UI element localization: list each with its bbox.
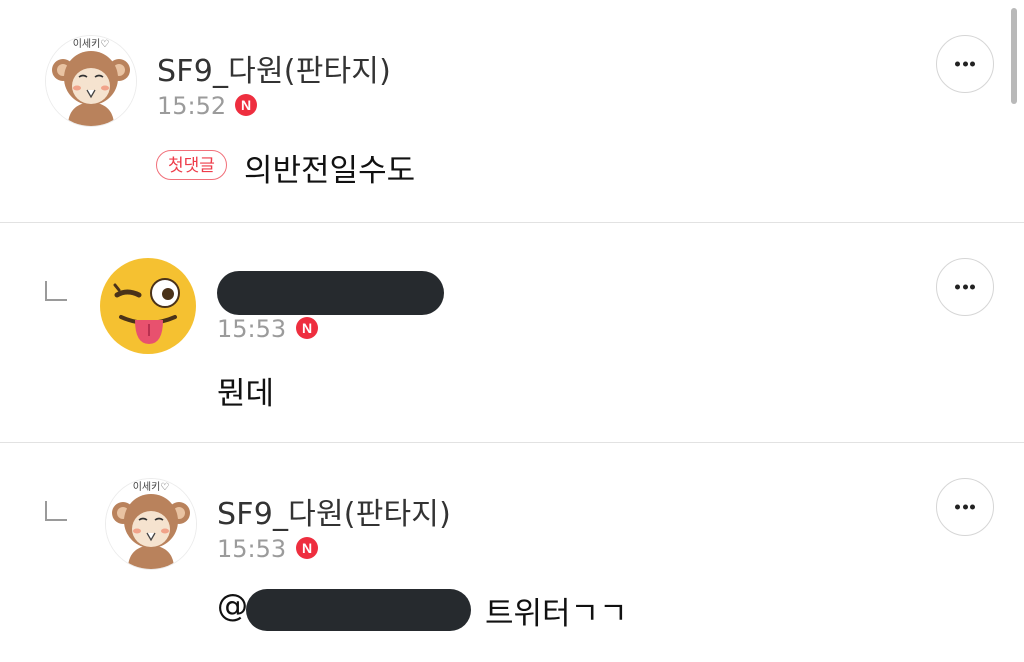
- more-options-icon: [955, 504, 975, 510]
- new-badge: N: [296, 317, 318, 339]
- more-options-button[interactable]: [936, 478, 994, 536]
- new-badge: N: [296, 537, 318, 559]
- comment-item: 이세키♡ SF9_다원(판타지) 15:52 N 첫댓글 의반전일수도: [0, 0, 1024, 222]
- reply-arrow-icon: [45, 281, 67, 301]
- comment-text: 뭔데: [217, 376, 275, 412]
- reply-arrow-icon: [45, 501, 67, 521]
- more-options-button[interactable]: [936, 35, 994, 93]
- redacted-mention[interactable]: [246, 589, 471, 631]
- reply-comment-item: 이세키♡ SF9_다원(판타지) 15:53 N @ 트위터ㄱㄱ: [0, 443, 1024, 662]
- winking-tongue-emoji-icon[interactable]: [99, 257, 197, 355]
- mention-prefix: @: [217, 588, 248, 624]
- comment-list: 이세키♡ SF9_다원(판타지) 15:52 N 첫댓글 의반전일수도 15:5…: [0, 0, 1024, 662]
- more-options-button[interactable]: [936, 258, 994, 316]
- redacted-nickname: [217, 271, 444, 315]
- author-nickname[interactable]: SF9_다원(판타지): [157, 46, 391, 90]
- first-comment-badge: 첫댓글: [156, 150, 227, 180]
- comment-time: 15:53: [217, 535, 287, 563]
- author-nickname[interactable]: SF9_다원(판타지): [217, 489, 451, 533]
- comment-time: 15:52: [157, 92, 227, 120]
- more-options-icon: [955, 61, 975, 67]
- svg-text:이세키♡: 이세키♡: [73, 38, 110, 50]
- new-badge: N: [235, 94, 257, 116]
- monkey-avatar-icon[interactable]: 이세키♡: [105, 478, 197, 570]
- more-options-icon: [955, 284, 975, 290]
- scrollbar[interactable]: [1011, 8, 1017, 104]
- reply-comment-item: 15:53 N 뭔데: [0, 223, 1024, 442]
- comment-time: 15:53: [217, 315, 287, 343]
- monkey-avatar-icon[interactable]: 이세키♡: [45, 35, 137, 127]
- svg-text:이세키♡: 이세키♡: [133, 481, 170, 493]
- comment-text: 트위터ㄱㄱ: [485, 596, 628, 632]
- comment-text: 의반전일수도: [244, 153, 416, 189]
